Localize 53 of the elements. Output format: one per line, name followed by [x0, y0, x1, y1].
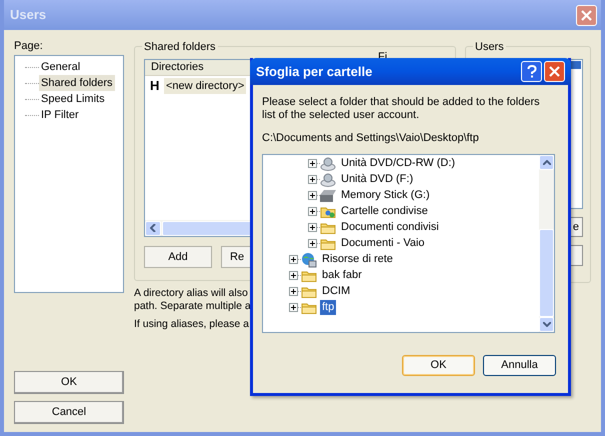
page-label: Page:	[14, 39, 44, 52]
help-button[interactable]	[521, 61, 542, 82]
expand-icon[interactable]	[308, 223, 317, 232]
drive-icon	[320, 188, 336, 204]
flag-text: H	[150, 77, 160, 96]
tree-item[interactable]: IP Filter	[39, 106, 81, 124]
tree-item[interactable]: Documenti - Vaio	[339, 236, 427, 251]
scroll-left-button[interactable]	[145, 220, 161, 236]
expand-icon[interactable]	[308, 159, 317, 168]
dialog-button[interactable]: Cancel	[14, 401, 124, 424]
tree-item[interactable]: Shared folders	[39, 74, 115, 92]
expand-icon[interactable]	[289, 271, 298, 280]
tree-item[interactable]: Speed Limits	[39, 90, 107, 108]
note-text: If using aliases, please a	[134, 318, 249, 331]
tree-item[interactable]: DCIM	[320, 284, 352, 299]
vertical-scrollbar[interactable]	[539, 154, 554, 332]
close-button[interactable]	[576, 4, 597, 26]
note-text: A directory alias will also	[134, 287, 248, 300]
close-icon	[549, 66, 560, 77]
dialog-button[interactable]: Annulla	[483, 354, 556, 376]
instruction-text: Please select a folder that should be added to the folders list of the selected user account.	[262, 96, 541, 122]
dialog-button[interactable]: OK	[14, 371, 124, 394]
expand-icon[interactable]	[308, 207, 317, 216]
tree-item[interactable]: Unità DVD/CD-RW (D:)	[339, 156, 458, 171]
help-icon	[526, 65, 536, 78]
scroll-down-button[interactable]	[539, 316, 554, 332]
dialog-button[interactable]: OK	[402, 354, 475, 376]
expand-icon[interactable]	[308, 175, 317, 184]
tree-item[interactable]: General	[39, 58, 82, 76]
close-icon	[581, 10, 592, 20]
disc-drive-icon	[320, 172, 336, 188]
expand-icon[interactable]	[308, 239, 317, 248]
expand-icon[interactable]	[289, 255, 298, 264]
table-cell: <new directory>	[164, 78, 246, 94]
tree-item[interactable]: ftp	[320, 300, 336, 315]
scroll-thumb[interactable]	[539, 228, 554, 316]
expand-icon[interactable]	[308, 191, 317, 200]
tree-item[interactable]: bak fabr	[320, 268, 364, 283]
window-title: Users	[9, 6, 46, 24]
selected-path: C:\Documents and Settings\Vaio\Desktop\ftp	[262, 131, 480, 146]
tree-item[interactable]: Cartelle condivise	[339, 204, 430, 219]
disc-drive-icon	[320, 156, 336, 172]
network-icon	[301, 252, 317, 268]
dialog-button[interactable]: Add	[144, 246, 212, 268]
expand-icon[interactable]	[289, 287, 298, 296]
scroll-up-button[interactable]	[539, 154, 554, 170]
close-button[interactable]	[544, 61, 565, 82]
tree-item[interactable]: Unità DVD (F:)	[339, 172, 416, 187]
tree-item[interactable]: Risorse di rete	[320, 252, 395, 267]
note-text: path. Separate multiple a	[134, 300, 251, 313]
tree-item[interactable]: Memory Stick (G:)	[339, 188, 432, 203]
tree-item[interactable]: Documenti condivisi	[339, 220, 441, 235]
expand-icon[interactable]	[289, 303, 298, 312]
